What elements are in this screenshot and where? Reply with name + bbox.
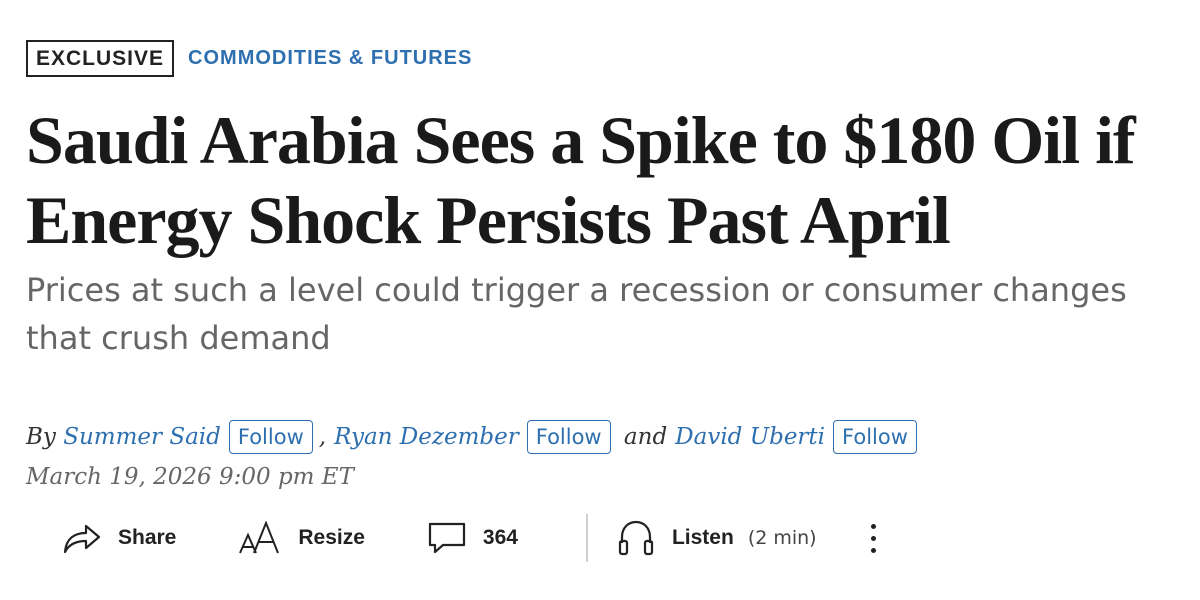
resize-button[interactable]: Resize bbox=[238, 521, 365, 555]
resize-icon bbox=[238, 521, 282, 555]
follow-button-summer-said[interactable]: Follow bbox=[228, 420, 313, 454]
listen-button[interactable]: Listen (2 min) bbox=[616, 519, 817, 557]
more-options-button[interactable] bbox=[865, 522, 882, 555]
exclusive-badge: EXCLUSIVE bbox=[26, 39, 175, 77]
byline-comma: , bbox=[318, 424, 327, 450]
listen-label: Listen bbox=[671, 526, 734, 549]
author-link-ryan-dezember[interactable]: Ryan Dezember bbox=[334, 424, 519, 450]
headline: Saudi Arabia Sees a Spike to $180 Oil if… bbox=[26, 102, 1136, 258]
share-icon bbox=[62, 521, 102, 555]
byline: By Summer Said Follow , Ryan Dezember Fo… bbox=[26, 420, 1186, 454]
publish-date: March 19, 2026 9:00 pm ET bbox=[26, 464, 354, 490]
author-link-david-uberti[interactable]: David Uberti bbox=[675, 424, 825, 450]
comment-count: 364 bbox=[482, 526, 518, 549]
share-label: Share bbox=[118, 526, 177, 549]
article-toolbar: Share Resize 364 Listen (2 min) bbox=[62, 514, 882, 562]
more-vertical-icon bbox=[870, 523, 876, 553]
follow-button-ryan-dezember[interactable]: Follow bbox=[526, 420, 611, 454]
headphones-icon bbox=[616, 519, 656, 557]
listen-duration: (2 min) bbox=[747, 527, 817, 549]
article-tags: EXCLUSIVE COMMODITIES & FUTURES bbox=[26, 38, 1186, 78]
byline-by: By bbox=[26, 424, 56, 450]
follow-button-david-uberti[interactable]: Follow bbox=[833, 420, 917, 454]
resize-label: Resize bbox=[298, 526, 365, 549]
toolbar-divider bbox=[585, 514, 588, 562]
share-button[interactable]: Share bbox=[62, 521, 176, 555]
byline-and: and bbox=[623, 424, 668, 450]
category-link[interactable]: COMMODITIES & FUTURES bbox=[188, 47, 472, 70]
comment-icon bbox=[427, 521, 467, 555]
comments-button[interactable]: 364 bbox=[427, 521, 518, 555]
author-link-summer-said[interactable]: Summer Said bbox=[63, 424, 221, 450]
subheadline: Prices at such a level could trigger a r… bbox=[26, 271, 1127, 357]
article-header: EXCLUSIVE COMMODITIES & FUTURES Saudi Ar… bbox=[26, 38, 1186, 490]
